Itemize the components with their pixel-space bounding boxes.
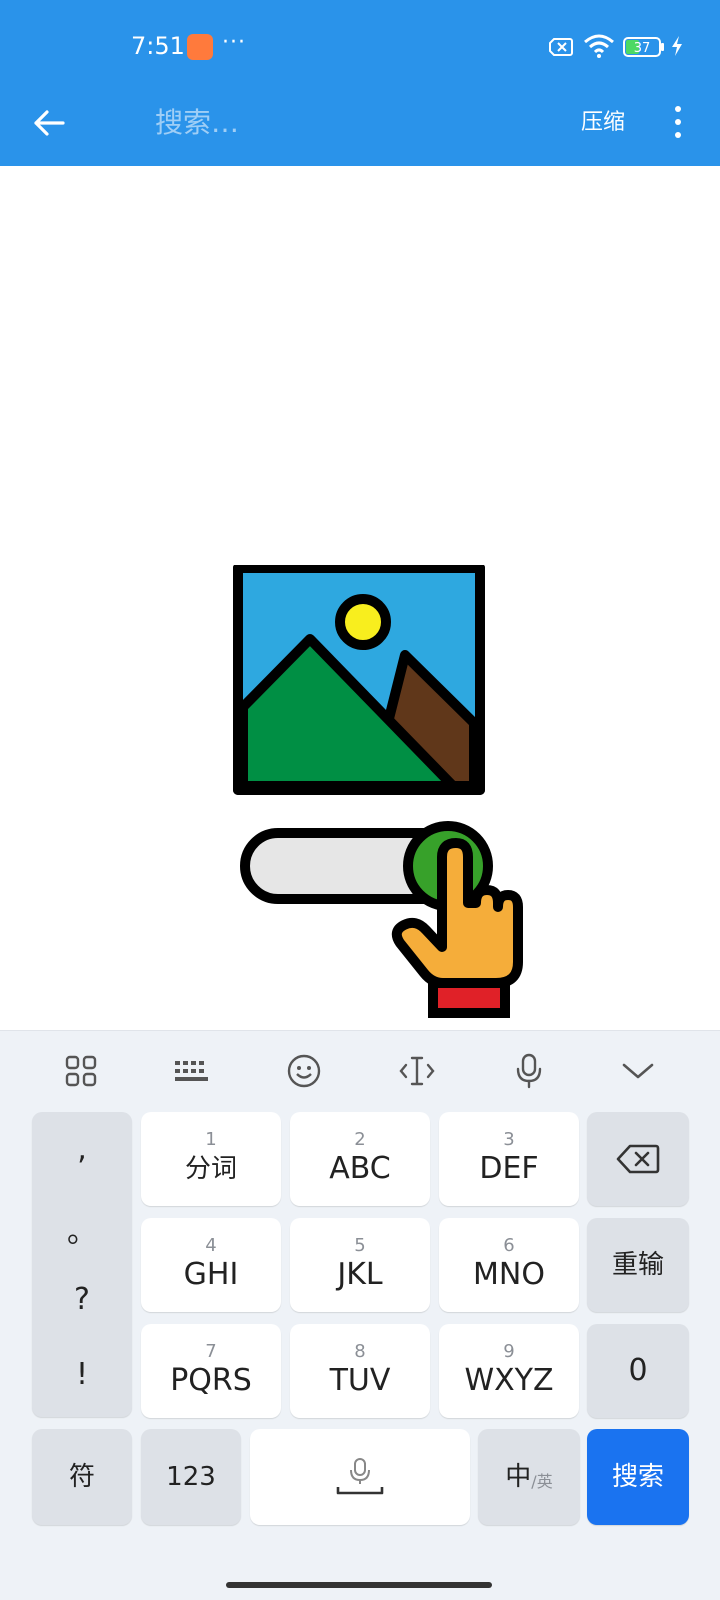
punct-exclamation[interactable]: ! <box>32 1357 132 1392</box>
lang-main-label: 中 <box>505 1462 532 1492</box>
numbers-label: 123 <box>166 1462 216 1492</box>
key-6-mno[interactable]: 6 MNO <box>439 1218 579 1312</box>
key-label: MNO <box>473 1257 545 1292</box>
emoji-icon[interactable] <box>284 1051 324 1091</box>
key-label: PQRS <box>170 1363 252 1398</box>
key-number: 7 <box>205 1341 217 1362</box>
battery-icon: 37 <box>623 37 665 61</box>
search-input[interactable] <box>155 100 535 144</box>
status-bar: 7:51 ··· 37 <box>0 0 720 96</box>
sim-off-icon <box>548 37 574 61</box>
cursor-icon[interactable] <box>397 1051 437 1091</box>
back-button[interactable] <box>24 98 74 148</box>
key-3-def[interactable]: 3 DEF <box>439 1112 579 1206</box>
key-label: JKL <box>337 1257 383 1292</box>
key-number: 4 <box>205 1235 217 1256</box>
reinput-label: 重输 <box>611 1250 664 1280</box>
compress-button[interactable]: 压缩 <box>581 104 625 136</box>
numbers-key[interactable]: 123 <box>141 1429 241 1525</box>
key-label: DEF <box>479 1151 539 1186</box>
status-time: 7:51 <box>131 32 185 60</box>
language-switch-key[interactable]: 中 /英 <box>478 1429 580 1525</box>
more-notifications-icon: ··· <box>222 30 246 55</box>
backspace-icon <box>616 1144 660 1174</box>
punctuation-column[interactable]: , 。 ? ! <box>32 1112 132 1417</box>
charging-bolt-icon <box>670 35 684 61</box>
image-placeholder-icon <box>233 563 485 795</box>
key-number: 1 <box>205 1129 217 1150</box>
arrow-left-icon <box>34 110 65 136</box>
grid-menu-icon[interactable] <box>61 1051 101 1091</box>
space-mic-icon <box>336 1458 384 1495</box>
keyboard: , 。 ? ! 1 分词 2 ABC 3 DEF 4 GHI 5 JKL 6 M… <box>0 1030 720 1600</box>
key-0[interactable]: 0 <box>587 1324 689 1418</box>
key-5-jkl[interactable]: 5 JKL <box>290 1218 430 1312</box>
space-key[interactable] <box>250 1429 470 1525</box>
key-number: 9 <box>503 1341 515 1362</box>
key-number: 5 <box>354 1235 366 1256</box>
key-label: 分词 <box>184 1154 237 1184</box>
punct-question[interactable]: ? <box>32 1282 132 1317</box>
toggle-tap-icon <box>240 821 523 1018</box>
key-4-ghi[interactable]: 4 GHI <box>141 1218 281 1312</box>
symbols-key[interactable]: 符 <box>32 1429 132 1525</box>
punct-comma[interactable]: , <box>32 1132 132 1167</box>
more-vertical-icon[interactable] <box>668 102 688 142</box>
symbols-label: 符 <box>68 1462 95 1492</box>
key-7-pqrs[interactable]: 7 PQRS <box>141 1324 281 1418</box>
empty-state-illustration <box>230 563 530 1025</box>
search-enter-label: 搜索 <box>611 1462 664 1492</box>
lang-sub-label: /英 <box>531 1472 553 1491</box>
key-number: 2 <box>354 1129 366 1150</box>
collapse-chevron-icon[interactable] <box>618 1051 658 1091</box>
keyboard-icon[interactable] <box>172 1051 212 1091</box>
key-label: ABC <box>329 1151 391 1186</box>
home-indicator[interactable] <box>226 1582 492 1588</box>
wifi-icon <box>583 34 615 62</box>
app-bar: 压缩 <box>0 96 720 166</box>
backspace-button[interactable] <box>587 1112 689 1206</box>
app-notification-icon <box>187 34 213 60</box>
keyboard-toolbar <box>0 1031 720 1107</box>
punct-period[interactable]: 。 <box>32 1207 132 1251</box>
key-number: 8 <box>354 1341 366 1362</box>
search-enter-key[interactable]: 搜索 <box>587 1429 689 1525</box>
key-label: WXYZ <box>464 1363 554 1398</box>
key-number: 6 <box>503 1235 515 1256</box>
key-1-fenci[interactable]: 1 分词 <box>141 1112 281 1206</box>
mic-icon[interactable] <box>509 1051 549 1091</box>
top-bar: 7:51 ··· 37 压缩 <box>0 0 720 166</box>
battery-level: 37 <box>634 41 651 56</box>
key-label: GHI <box>183 1257 239 1292</box>
key-number: 3 <box>503 1129 515 1150</box>
key-label: TUV <box>329 1363 391 1398</box>
key-2-abc[interactable]: 2 ABC <box>290 1112 430 1206</box>
key-9-wxyz[interactable]: 9 WXYZ <box>439 1324 579 1418</box>
reinput-button[interactable]: 重输 <box>587 1218 689 1312</box>
key-8-tuv[interactable]: 8 TUV <box>290 1324 430 1418</box>
key-label: 0 <box>628 1353 648 1388</box>
